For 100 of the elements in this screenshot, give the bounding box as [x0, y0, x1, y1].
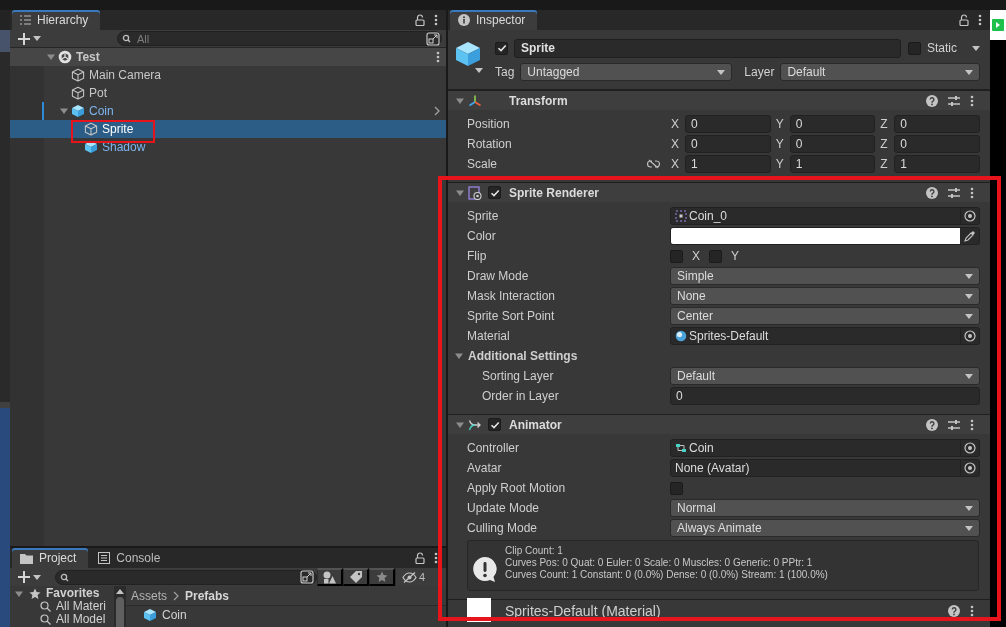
static-menu-icon[interactable] [972, 45, 980, 51]
prefab-cube-icon [143, 608, 157, 622]
tree-item[interactable]: All Model [56, 613, 106, 626]
tree-item[interactable]: Test [76, 50, 100, 64]
caret-icon [33, 36, 41, 41]
color-swatch[interactable] [671, 228, 960, 244]
foldout-label[interactable]: Additional Settings [468, 349, 578, 363]
object-field[interactable]: None (Avatar) [670, 459, 980, 477]
more-icon[interactable] [970, 186, 974, 199]
number-field[interactable]: 1 [685, 155, 771, 173]
number-field[interactable]: 0 [685, 115, 771, 133]
eye-slash-icon [402, 571, 417, 583]
target-icon[interactable] [964, 210, 976, 222]
object-field[interactable]: Coin_0 [670, 207, 980, 225]
dotted-square-icon [675, 210, 687, 222]
help-icon[interactable] [926, 94, 938, 107]
more-icon[interactable] [978, 14, 982, 26]
chevron-right-icon[interactable] [434, 106, 440, 116]
checkbox[interactable] [670, 249, 683, 263]
number-field[interactable]: 0 [894, 115, 980, 133]
tree-item[interactable]: Shadow [102, 140, 146, 154]
more-icon[interactable] [970, 604, 974, 617]
panel-tab[interactable]: Console [90, 548, 173, 568]
more-icon[interactable] [434, 14, 438, 26]
breadcrumb-item[interactable]: Prefabs [185, 588, 230, 603]
number-field[interactable]: 0 [670, 387, 980, 405]
number-field[interactable]: 1 [789, 155, 876, 173]
layer-dropdown[interactable]: Default [780, 63, 980, 81]
sliders-icon[interactable] [948, 186, 960, 199]
more-icon[interactable] [436, 51, 440, 63]
object-field[interactable]: Sprites-Default [670, 327, 980, 345]
name-field[interactable]: Sprite [514, 38, 901, 58]
expand-arrow-icon[interactable] [454, 351, 464, 361]
help-icon[interactable] [926, 418, 938, 431]
lock-icon[interactable] [415, 14, 425, 26]
dropdown[interactable]: Simple [670, 267, 980, 285]
dropdown[interactable]: None [670, 287, 980, 305]
filter-type-button[interactable] [317, 568, 343, 586]
number-field[interactable]: 0 [789, 135, 876, 153]
tree-item[interactable]: Pot [89, 86, 107, 100]
number-field[interactable]: 1 [894, 155, 980, 173]
dropdown[interactable]: Center [670, 307, 980, 325]
popout-icon[interactable] [426, 31, 440, 46]
active-checkbox[interactable] [495, 41, 508, 55]
tree-item[interactable]: Favorites [46, 587, 100, 600]
unlink-icon[interactable] [647, 159, 660, 169]
help-icon[interactable] [948, 604, 960, 617]
dropdown-arrow-icon [965, 69, 973, 75]
panel-tab[interactable]: Inspector [450, 10, 538, 30]
add-button[interactable] [18, 569, 41, 585]
eyedropper-icon[interactable] [963, 230, 976, 242]
more-icon[interactable] [970, 94, 974, 107]
static-checkbox[interactable] [908, 41, 921, 55]
component-title[interactable]: Transform [509, 93, 568, 108]
scroll-up-icon[interactable] [116, 589, 124, 594]
tree-item[interactable]: All Materi [56, 600, 106, 613]
help-icon[interactable] [926, 186, 938, 199]
panel-tab[interactable]: Hierarchy [12, 10, 101, 30]
number-field[interactable]: 0 [894, 135, 980, 153]
lock-icon[interactable] [959, 14, 969, 26]
toggle-label: Y [731, 249, 740, 263]
target-icon[interactable] [964, 462, 976, 474]
scrollbar[interactable] [114, 586, 126, 627]
cube-icon [455, 41, 481, 67]
tree-item[interactable]: Main Camera [89, 68, 162, 82]
add-button[interactable] [18, 30, 41, 47]
panel-tab[interactable]: Project [12, 548, 89, 568]
enable-checkbox[interactable] [488, 186, 501, 199]
sliders-icon[interactable] [948, 94, 960, 107]
tree-item[interactable]: Sprite [102, 122, 134, 136]
number-field[interactable]: 0 [685, 135, 771, 153]
tree-item[interactable]: Coin [89, 104, 114, 118]
field-label: Scale [467, 157, 498, 171]
dropdown[interactable]: Normal [670, 499, 980, 517]
object-field[interactable]: Coin [670, 439, 980, 457]
target-icon[interactable] [964, 330, 976, 342]
component-title[interactable]: Sprite Renderer [509, 185, 600, 200]
checkbox[interactable] [709, 249, 722, 263]
search-field[interactable] [55, 569, 317, 585]
lock-icon[interactable] [415, 552, 425, 564]
number-field[interactable]: 0 [789, 115, 876, 133]
breadcrumb-item[interactable]: Assets [131, 588, 167, 603]
checkbox[interactable] [670, 481, 683, 495]
enable-checkbox[interactable] [488, 418, 501, 431]
popout-icon[interactable] [300, 570, 314, 584]
more-icon[interactable] [434, 552, 438, 564]
dropdown[interactable]: Always Animate [670, 519, 980, 537]
favorite-button[interactable] [369, 568, 395, 586]
filter-label-button[interactable] [343, 568, 369, 586]
sliders-icon[interactable] [948, 418, 960, 431]
target-icon[interactable] [964, 442, 976, 454]
field-label: Update Mode [467, 501, 540, 515]
component-title[interactable]: Animator [509, 417, 562, 432]
tag-dropdown[interactable]: Untagged [520, 63, 733, 81]
more-icon[interactable] [970, 418, 974, 431]
caret-icon[interactable] [475, 68, 483, 73]
dropdown[interactable]: Default [670, 367, 980, 385]
expand-arrow-icon[interactable] [59, 106, 69, 116]
expand-arrow-icon[interactable] [46, 52, 56, 62]
asset-name[interactable]: Coin [162, 608, 187, 622]
